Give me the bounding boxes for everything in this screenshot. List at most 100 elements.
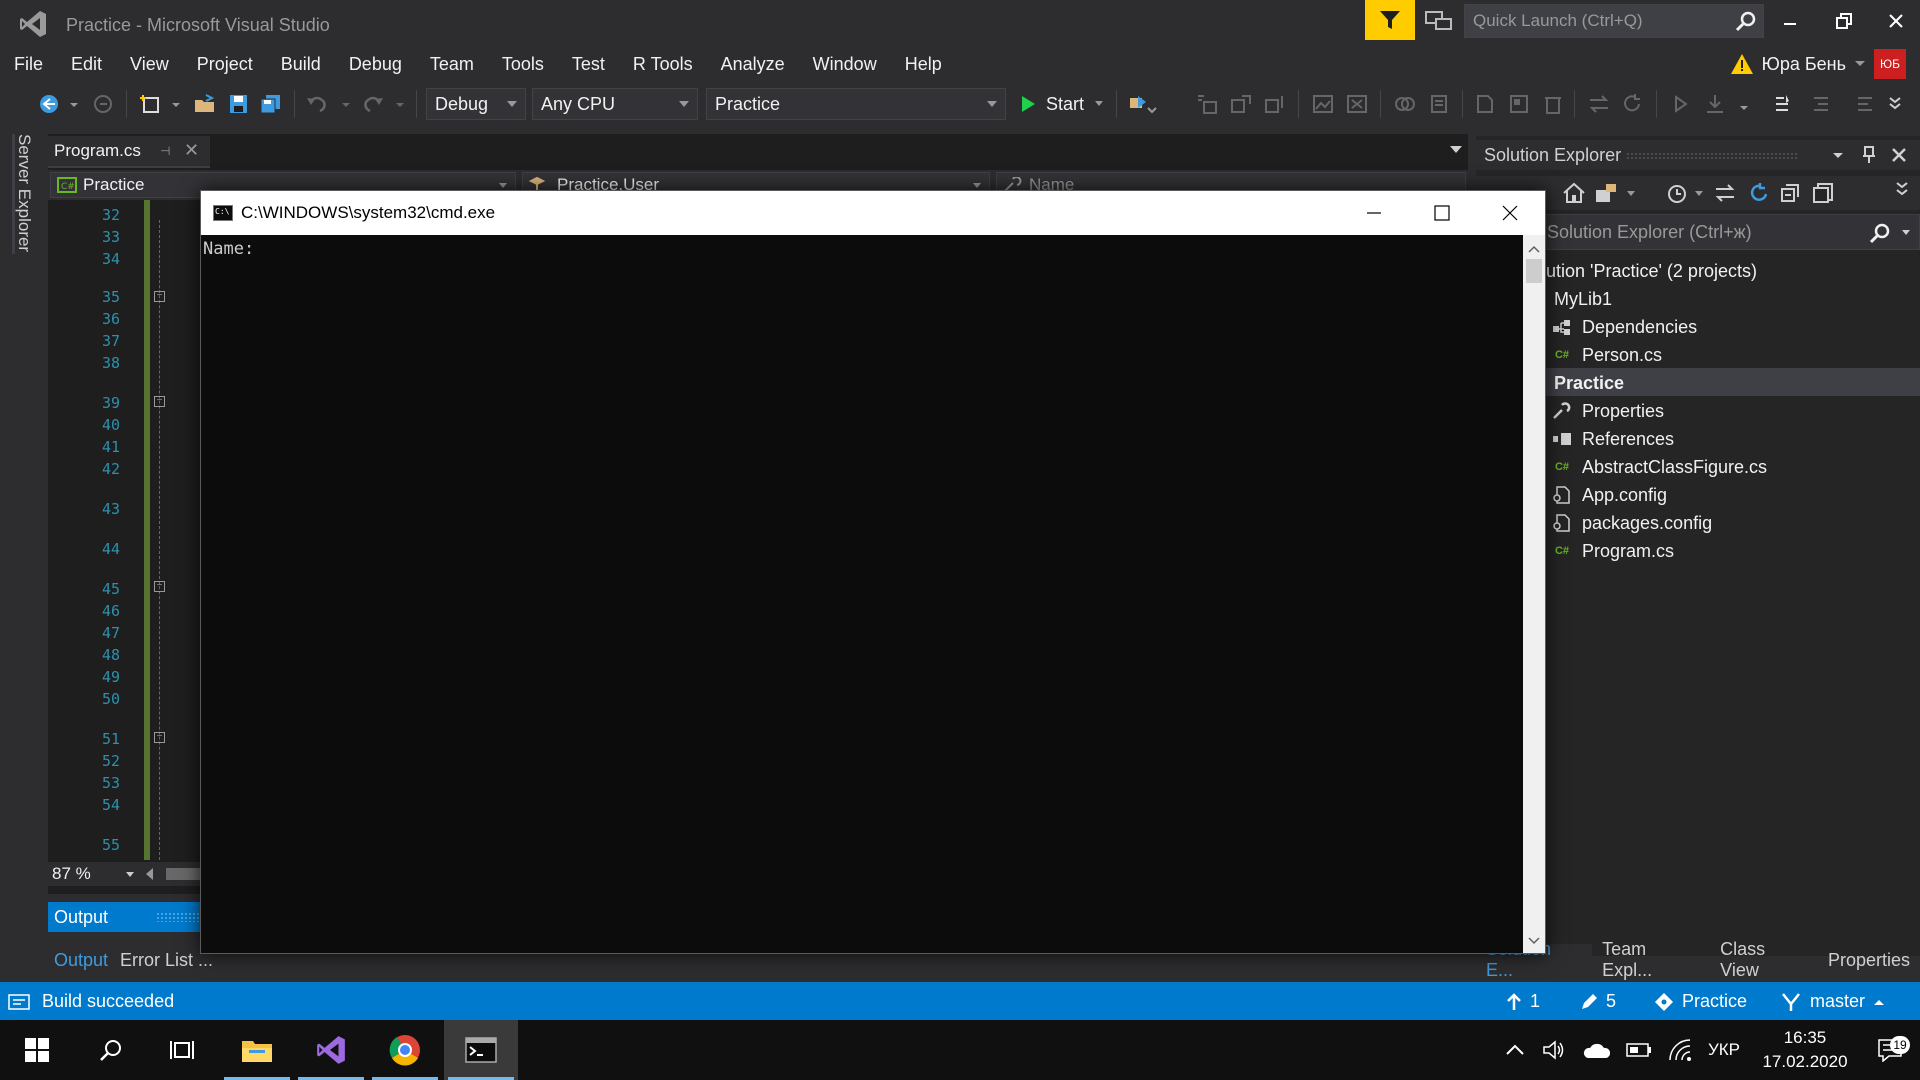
menu-team[interactable]: Team	[416, 54, 488, 75]
document-tab-program-cs[interactable]: Program.cs ⊣ ✕	[48, 136, 210, 168]
step-out-icon[interactable]	[1264, 94, 1286, 114]
taskbar-visual-studio[interactable]	[294, 1020, 368, 1080]
account-area[interactable]: Юра Бень ЮБ	[1730, 48, 1906, 80]
cmd-vertical-scrollbar[interactable]	[1523, 235, 1545, 953]
menu-file[interactable]: File	[0, 54, 57, 75]
chevron-down-icon[interactable]	[1626, 190, 1636, 198]
volume-icon[interactable]	[1542, 1039, 1566, 1061]
server-explorer-tab[interactable]: Server Explorer	[12, 134, 34, 254]
tree-item-mylib1[interactable]: MyLib1	[1554, 285, 1612, 313]
cmd-maximize-button[interactable]	[1407, 191, 1477, 235]
cmd-scroll-thumb[interactable]	[1526, 259, 1542, 283]
chevron-down-icon[interactable]	[394, 94, 406, 114]
image-edit-icon[interactable]	[1346, 94, 1368, 114]
menu-view[interactable]: View	[116, 54, 183, 75]
chevron-down-icon[interactable]	[1694, 190, 1704, 198]
close-icon[interactable]	[1892, 148, 1906, 162]
refresh-icon[interactable]	[1748, 182, 1770, 204]
cmd-minimize-button[interactable]	[1339, 191, 1409, 235]
taskbar-chrome[interactable]	[368, 1020, 442, 1080]
feedback-icon[interactable]	[1424, 8, 1454, 34]
save-icon[interactable]	[228, 94, 250, 114]
cmd-title-bar[interactable]: C:\ C:\WINDOWS\system32\cmd.exe	[201, 191, 1545, 235]
pending-changes[interactable]: 5	[1580, 991, 1616, 1012]
menu-tools[interactable]: Tools	[488, 54, 558, 75]
task-view-button[interactable]	[146, 1020, 220, 1080]
branch-selector[interactable]: master	[1780, 991, 1885, 1012]
step-into-icon[interactable]	[1196, 94, 1218, 114]
battery-icon[interactable]	[1626, 1041, 1652, 1059]
scroll-left-icon[interactable]	[146, 868, 153, 880]
solution-configuration-dropdown[interactable]: Debug	[426, 88, 526, 120]
start-button[interactable]	[0, 1020, 74, 1080]
menu-window[interactable]: Window	[799, 54, 891, 75]
open-file-icon[interactable]	[194, 94, 216, 114]
zoom-level[interactable]: 87 %	[48, 864, 91, 884]
collapse-all-icon[interactable]	[1780, 182, 1802, 204]
navigate-back-icon[interactable]	[38, 94, 60, 114]
taskbar-file-explorer[interactable]	[220, 1020, 294, 1080]
avatar[interactable]: ЮБ	[1874, 49, 1906, 79]
collapse-toggle[interactable]: −	[154, 732, 165, 743]
undo-icon[interactable]	[306, 94, 328, 114]
new-project-icon[interactable]	[140, 94, 162, 114]
tree-item-abstractclassfigure-cs[interactable]: C# AbstractClassFigure.cs	[1552, 453, 1767, 481]
tab-output[interactable]: Output	[48, 944, 115, 976]
cmd-window[interactable]: C:\ C:\WINDOWS\system32\cmd.exe Name:	[200, 190, 1546, 954]
menu-build[interactable]: Build	[267, 54, 335, 75]
start-debugging-button[interactable]: Start	[1020, 88, 1104, 120]
show-all-files-icon[interactable]	[1812, 182, 1834, 204]
tree-item-dependencies[interactable]: Dependencies	[1552, 313, 1697, 341]
close-icon[interactable]: ✕	[184, 140, 199, 161]
sync-icon[interactable]	[1588, 94, 1610, 114]
redo-icon[interactable]	[362, 94, 384, 114]
tab-properties[interactable]: Properties	[1818, 944, 1920, 976]
run-icon[interactable]	[1670, 94, 1692, 114]
chevron-down-icon[interactable]	[1738, 94, 1750, 114]
tab-team-explorer[interactable]: Team Expl...	[1592, 939, 1710, 980]
chevron-down-icon[interactable]	[1901, 229, 1911, 237]
prev-bookmark-icon[interactable]	[1508, 94, 1530, 114]
cmd-console-output[interactable]: Name:	[201, 235, 1523, 953]
home-icon[interactable]	[1562, 182, 1586, 204]
action-center-button[interactable]: 19	[1860, 1036, 1920, 1062]
restore-button[interactable]	[1824, 6, 1864, 36]
chevron-down-icon[interactable]	[68, 94, 80, 114]
toolbar-overflow-icon[interactable]	[1886, 94, 1904, 114]
sync-with-active-document-icon[interactable]	[1714, 182, 1736, 204]
toolbar-overflow-icon[interactable]	[1894, 180, 1910, 200]
menu-test[interactable]: Test	[558, 54, 619, 75]
chevron-down-icon[interactable]	[340, 94, 352, 114]
scroll-up-icon[interactable]	[1528, 245, 1540, 253]
menu-r-tools[interactable]: R Tools	[619, 54, 707, 75]
startup-project-dropdown[interactable]: Practice	[706, 88, 1006, 120]
quick-launch-input[interactable]: Quick Launch (Ctrl+Q)	[1464, 4, 1764, 38]
step-over-icon[interactable]	[1230, 94, 1252, 114]
chevron-down-icon[interactable]	[126, 872, 134, 877]
clock[interactable]: 16:35 17.02.2020	[1750, 1026, 1860, 1074]
menu-debug[interactable]: Debug	[335, 54, 416, 75]
browser-link-icon[interactable]	[1128, 94, 1158, 114]
outdent-icon[interactable]	[1808, 94, 1830, 114]
image-view-icon[interactable]	[1312, 94, 1334, 114]
tree-item-properties[interactable]: Properties	[1552, 397, 1664, 425]
tree-item-practice[interactable]: Practice	[1554, 369, 1624, 397]
close-button[interactable]	[1876, 6, 1916, 36]
uncomment-icon[interactable]	[1428, 94, 1450, 114]
collapse-toggle[interactable]: −	[154, 581, 165, 592]
tab-class-view[interactable]: Class View	[1710, 939, 1818, 980]
solution-platform-dropdown[interactable]: Any CPU	[532, 88, 698, 120]
search-button[interactable]	[74, 1020, 148, 1080]
input-language[interactable]: УКР	[1708, 1040, 1740, 1060]
menu-edit[interactable]: Edit	[57, 54, 116, 75]
horizontal-scrollbar[interactable]	[166, 868, 200, 880]
output-panel-header[interactable]: Output	[48, 902, 202, 932]
minimize-button[interactable]	[1770, 6, 1810, 36]
tree-item-references[interactable]: References	[1552, 425, 1674, 453]
pin-icon[interactable]	[1862, 146, 1876, 164]
tree-item-person-cs[interactable]: C# Person.cs	[1552, 341, 1662, 369]
refresh-icon[interactable]	[1622, 94, 1644, 114]
chevron-down-icon[interactable]	[1832, 152, 1844, 160]
tree-item-packages-config[interactable]: packages.config	[1552, 509, 1712, 537]
collapse-toggle[interactable]: −	[154, 291, 165, 302]
